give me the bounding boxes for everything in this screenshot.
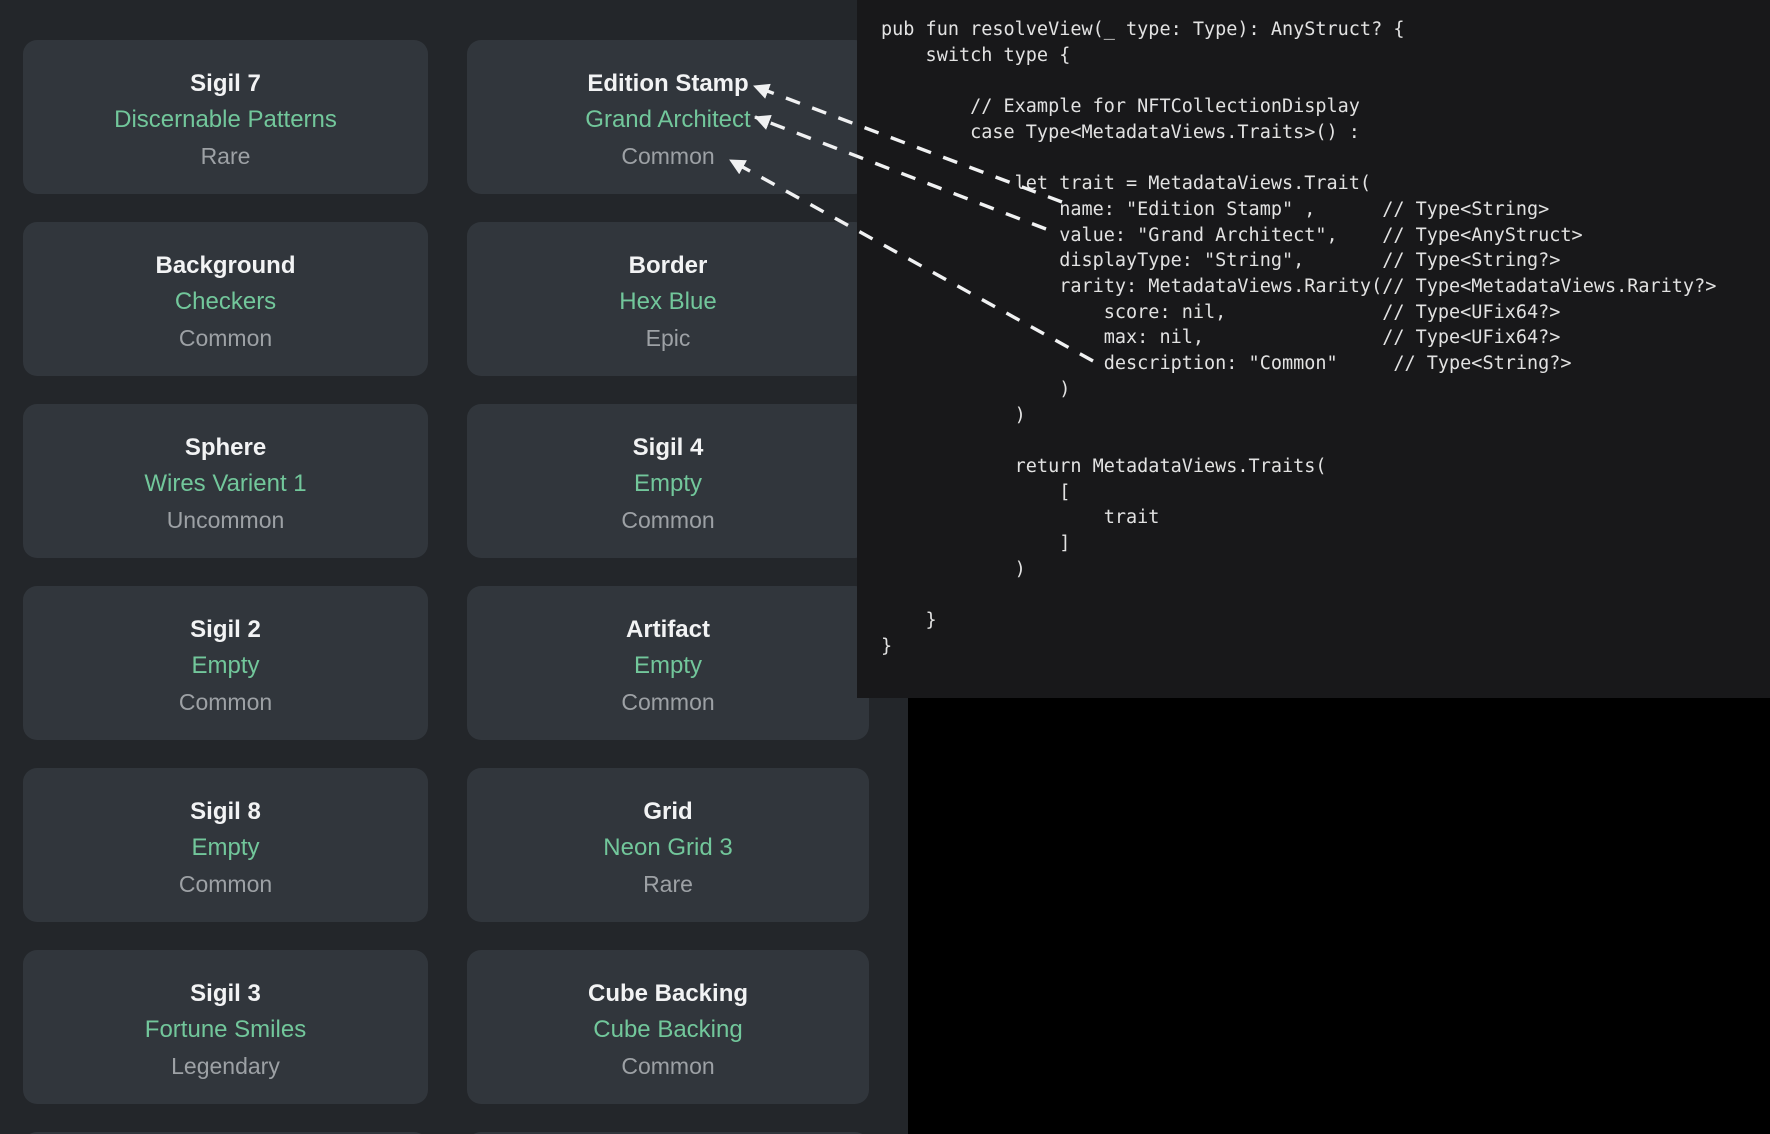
trait-value: Grand Architect <box>467 102 869 138</box>
traits-grid: Sigil 7 Discernable Patterns Rare Editio… <box>23 40 869 1134</box>
trait-rarity: Rare <box>23 138 428 174</box>
trait-card: Grid Neon Grid 3 Rare <box>467 768 869 922</box>
trait-rarity: Uncommon <box>23 502 428 538</box>
trait-value: Empty <box>23 648 428 684</box>
trait-name: Sigil 2 <box>23 612 428 648</box>
nft-traits-screen: Sigil 7 Discernable Patterns Rare Editio… <box>0 0 1770 1134</box>
trait-rarity: Common <box>467 684 869 720</box>
trait-card: Artifact Empty Common <box>467 586 869 740</box>
trait-card: Cube Backing Cube Backing Common <box>467 950 869 1104</box>
trait-rarity: Common <box>467 138 869 174</box>
trait-value: Hex Blue <box>467 284 869 320</box>
trait-value: Neon Grid 3 <box>467 830 869 866</box>
trait-value: Empty <box>23 830 428 866</box>
trait-rarity: Common <box>23 320 428 356</box>
trait-rarity: Legendary <box>23 1048 428 1084</box>
trait-rarity: Epic <box>467 320 869 356</box>
trait-card: Border Hex Blue Epic <box>467 222 869 376</box>
trait-name: Background <box>23 248 428 284</box>
trait-card: Sigil 7 Discernable Patterns Rare <box>23 40 428 194</box>
trait-value: Discernable Patterns <box>23 102 428 138</box>
trait-card: Sigil 8 Empty Common <box>23 768 428 922</box>
trait-rarity: Common <box>23 866 428 902</box>
code-text: pub fun resolveView(_ type: Type): AnySt… <box>881 17 1770 660</box>
trait-name: Sigil 8 <box>23 794 428 830</box>
trait-card: Sigil 3 Fortune Smiles Legendary <box>23 950 428 1104</box>
trait-rarity: Common <box>467 1048 869 1084</box>
trait-name: Sigil 7 <box>23 66 428 102</box>
trait-name: Cube Backing <box>467 976 869 1012</box>
trait-card: Edition Stamp Grand Architect Common <box>467 40 869 194</box>
trait-value: Empty <box>467 648 869 684</box>
trait-rarity: Common <box>467 502 869 538</box>
trait-name: Artifact <box>467 612 869 648</box>
trait-value: Cube Backing <box>467 1012 869 1048</box>
trait-name: Edition Stamp <box>467 66 869 102</box>
trait-card: Sphere Wires Varient 1 Uncommon <box>23 404 428 558</box>
trait-name: Border <box>467 248 869 284</box>
trait-card: Sigil 4 Empty Common <box>467 404 869 558</box>
trait-name: Sigil 3 <box>23 976 428 1012</box>
trait-value: Fortune Smiles <box>23 1012 428 1048</box>
trait-name: Sigil 4 <box>467 430 869 466</box>
trait-value: Empty <box>467 466 869 502</box>
trait-rarity: Common <box>23 684 428 720</box>
trait-name: Sphere <box>23 430 428 466</box>
trait-value: Checkers <box>23 284 428 320</box>
trait-card: Sigil 2 Empty Common <box>23 586 428 740</box>
code-panel: pub fun resolveView(_ type: Type): AnySt… <box>857 0 1770 698</box>
trait-value: Wires Varient 1 <box>23 466 428 502</box>
traits-page: Sigil 7 Discernable Patterns Rare Editio… <box>0 0 908 1134</box>
trait-rarity: Rare <box>467 866 869 902</box>
trait-card: Background Checkers Common <box>23 222 428 376</box>
trait-name: Grid <box>467 794 869 830</box>
